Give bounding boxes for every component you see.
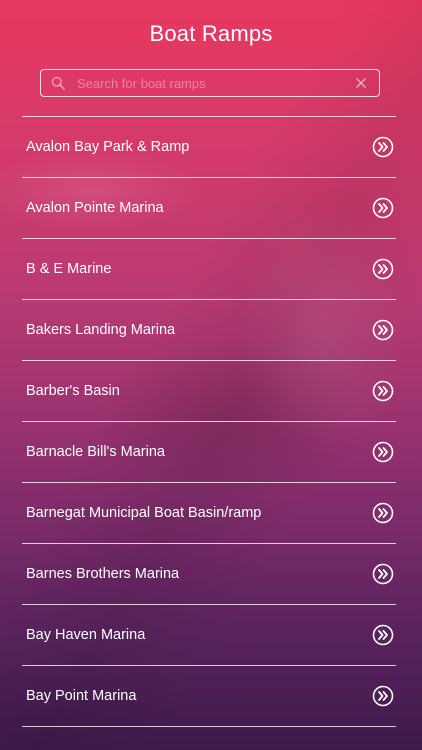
double-chevron-right-circle-icon[interactable]: [372, 380, 394, 402]
search-icon: [51, 76, 65, 90]
double-chevron-right-circle-icon[interactable]: [372, 136, 394, 158]
list-item[interactable]: Avalon Bay Park & Ramp: [22, 116, 396, 177]
list-item[interactable]: Bakers Landing Marina: [22, 299, 396, 360]
header: Boat Ramps: [0, 0, 422, 68]
list-item[interactable]: B & E Marine: [22, 238, 396, 299]
list-item-label: Avalon Pointe Marina: [26, 200, 164, 216]
double-chevron-right-circle-icon[interactable]: [372, 441, 394, 463]
double-chevron-right-circle-icon[interactable]: [372, 319, 394, 341]
list-item-label: Barnacle Bill's Marina: [26, 444, 165, 460]
list-item-label: Bakers Landing Marina: [26, 322, 176, 338]
boat-ramp-list: Avalon Bay Park & Ramp Avalon Pointe Mar…: [22, 116, 396, 727]
close-icon[interactable]: [355, 77, 367, 89]
search-input[interactable]: [77, 75, 355, 91]
list-item-label: Bay Point Marina: [26, 688, 137, 704]
double-chevron-right-circle-icon[interactable]: [372, 563, 394, 585]
list-item[interactable]: Barnes Brothers Marina: [22, 543, 396, 604]
list-item-label: Avalon Bay Park & Ramp: [26, 139, 190, 155]
app-screen: Boat Ramps Avalon Bay Park & Ramp Avalon…: [0, 0, 422, 750]
list-item-label: Barnegat Municipal Boat Basin/ramp: [26, 505, 262, 521]
double-chevron-right-circle-icon[interactable]: [372, 685, 394, 707]
list-item[interactable]: Barber's Basin: [22, 360, 396, 421]
list-item[interactable]: Barnegat Municipal Boat Basin/ramp: [22, 482, 396, 543]
double-chevron-right-circle-icon[interactable]: [372, 197, 394, 219]
list-item[interactable]: Bay Haven Marina: [22, 604, 396, 665]
search-bar[interactable]: [40, 69, 380, 97]
double-chevron-right-circle-icon[interactable]: [372, 624, 394, 646]
list-item[interactable]: Bay Point Marina: [22, 665, 396, 727]
list-item[interactable]: Avalon Pointe Marina: [22, 177, 396, 238]
double-chevron-right-circle-icon[interactable]: [372, 258, 394, 280]
list-item-label: Bay Haven Marina: [26, 627, 146, 643]
list-item-label: B & E Marine: [26, 261, 112, 277]
list-item-label: Barnes Brothers Marina: [26, 566, 180, 582]
list-item-label: Barber's Basin: [26, 383, 120, 399]
double-chevron-right-circle-icon[interactable]: [372, 502, 394, 524]
page-title: Boat Ramps: [149, 21, 273, 46]
list-item[interactable]: Barnacle Bill's Marina: [22, 421, 396, 482]
